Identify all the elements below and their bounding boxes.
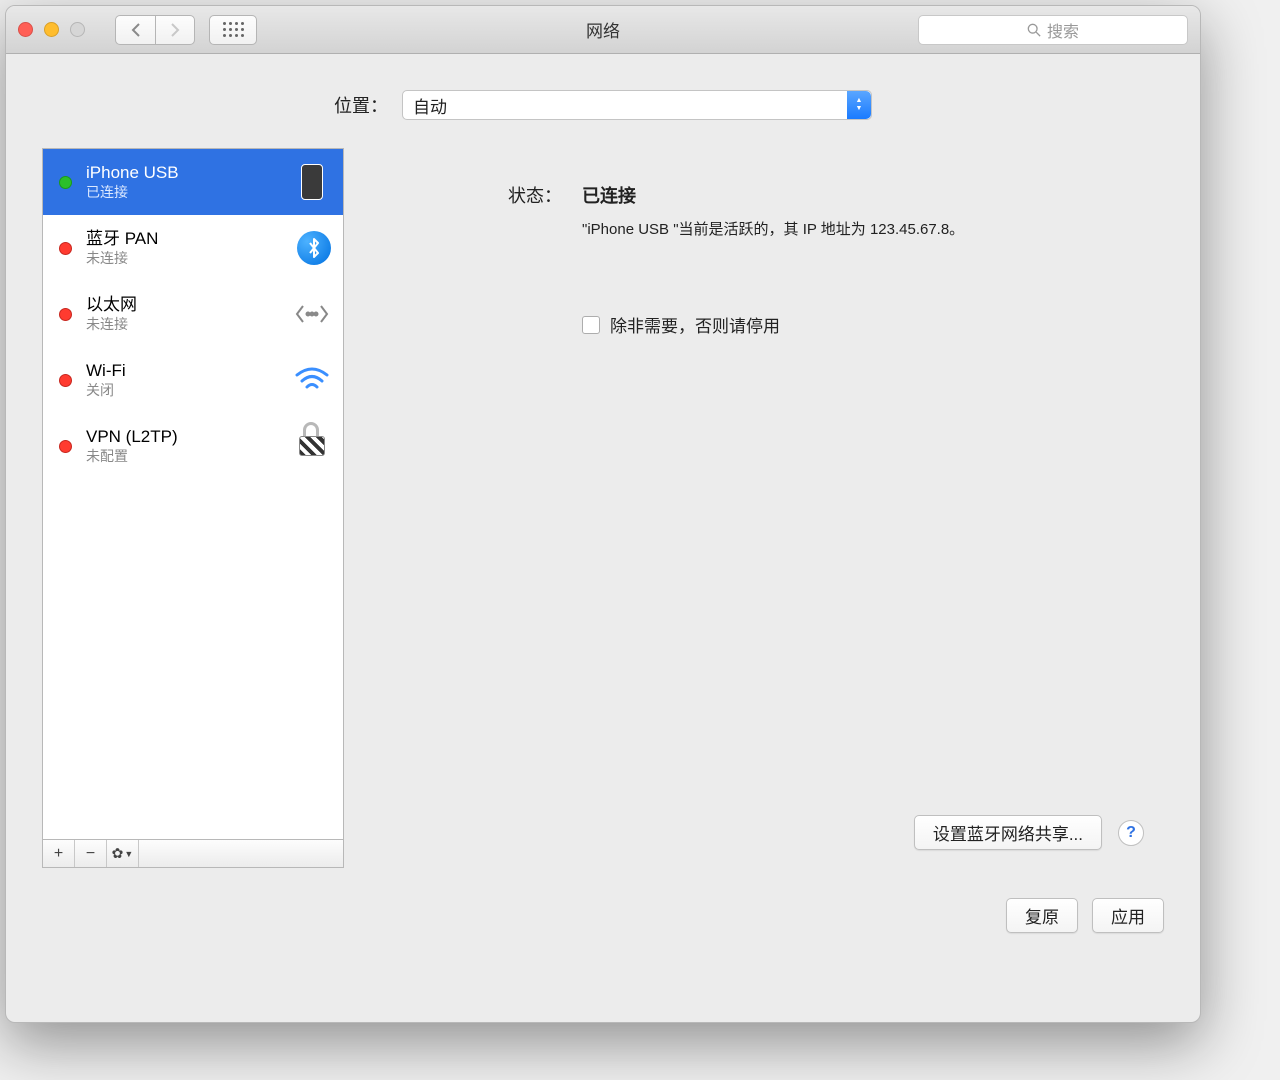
status-dot-disconnected-icon xyxy=(59,242,72,255)
sidebar-item-bluetooth-pan[interactable]: 蓝牙 PAN 未连接 xyxy=(43,215,343,281)
sidebar-item-label: 蓝牙 PAN xyxy=(86,229,297,249)
detail-pane: 状态： 已连接 "iPhone USB "当前是活跃的，其 IP 地址为 123… xyxy=(362,148,1164,868)
status-dot-connected-icon xyxy=(59,176,72,189)
sidebar-toolbar: + − ✿▼ xyxy=(42,840,344,868)
zoom-icon[interactable] xyxy=(70,22,85,37)
add-interface-button[interactable]: + xyxy=(43,840,75,867)
disable-unless-needed-checkbox[interactable] xyxy=(582,316,600,334)
lock-icon xyxy=(293,427,331,465)
sidebar-item-status: 已连接 xyxy=(86,184,293,201)
footer-buttons: 复原 应用 xyxy=(6,868,1200,933)
back-button[interactable] xyxy=(115,15,155,45)
remove-interface-button[interactable]: − xyxy=(75,840,107,867)
main-content: iPhone USB 已连接 蓝牙 PAN 未连接 xyxy=(6,148,1200,868)
forward-button[interactable] xyxy=(155,15,195,45)
sidebar-item-status: 未配置 xyxy=(86,448,293,465)
sidebar-item-label: VPN (L2TP) xyxy=(86,427,293,447)
wifi-icon xyxy=(293,361,331,399)
sidebar-item-label: Wi-Fi xyxy=(86,361,293,381)
sidebar-item-text: 以太网 未连接 xyxy=(86,295,293,332)
chevron-updown-icon xyxy=(847,91,871,119)
search-input[interactable]: 搜索 xyxy=(918,15,1188,45)
status-label: 状态： xyxy=(502,182,562,208)
status-value: 已连接 xyxy=(582,182,636,208)
nav-buttons xyxy=(115,15,195,45)
status-row: 状态： 已连接 xyxy=(382,182,1144,208)
status-dot-disconnected-icon xyxy=(59,440,72,453)
revert-button[interactable]: 复原 xyxy=(1006,898,1078,933)
iphone-icon xyxy=(293,163,331,201)
gear-icon: ✿ xyxy=(112,845,124,862)
action-menu-button[interactable]: ✿▼ xyxy=(107,840,139,867)
sidebar-item-text: Wi-Fi 关闭 xyxy=(86,361,293,398)
sidebar-item-text: 蓝牙 PAN 未连接 xyxy=(86,229,297,266)
bluetooth-icon xyxy=(297,231,331,265)
sidebar-item-vpn[interactable]: VPN (L2TP) 未配置 xyxy=(43,413,343,479)
chevron-down-icon: ▼ xyxy=(124,849,133,859)
disable-checkbox-row: 除非需要，否则请停用 xyxy=(382,312,1144,337)
status-description: "iPhone USB "当前是活跃的，其 IP 地址为 123.45.67.8… xyxy=(382,218,982,242)
status-dot-disconnected-icon xyxy=(59,308,72,321)
status-dot-disconnected-icon xyxy=(59,374,72,387)
location-value: 自动 xyxy=(413,93,447,118)
location-label: 位置： xyxy=(334,92,388,118)
sidebar-item-ethernet[interactable]: 以太网 未连接 xyxy=(43,281,343,347)
sidebar-item-text: VPN (L2TP) 未配置 xyxy=(86,427,293,464)
advanced-row: 设置蓝牙网络共享... ? xyxy=(914,815,1144,850)
location-select[interactable]: 自动 xyxy=(402,90,872,120)
apply-button[interactable]: 应用 xyxy=(1092,898,1164,933)
sidebar-item-wifi[interactable]: Wi-Fi 关闭 xyxy=(43,347,343,413)
sidebar-item-status: 未连接 xyxy=(86,250,297,267)
window-title: 网络 xyxy=(586,17,620,42)
traffic-lights xyxy=(18,22,85,37)
close-icon[interactable] xyxy=(18,22,33,37)
search-icon xyxy=(1027,23,1041,37)
sidebar-item-text: iPhone USB 已连接 xyxy=(86,163,293,200)
ethernet-icon xyxy=(293,295,331,333)
network-preferences-window: 网络 搜索 位置： 自动 iPhone USB 已连接 xyxy=(5,5,1201,1023)
show-all-button[interactable] xyxy=(209,15,257,45)
sidebar-wrap: iPhone USB 已连接 蓝牙 PAN 未连接 xyxy=(42,148,344,868)
disable-checkbox-label: 除非需要，否则请停用 xyxy=(610,312,780,337)
sidebar-item-status: 未连接 xyxy=(86,316,293,333)
search-placeholder: 搜索 xyxy=(1047,18,1079,42)
setup-bluetooth-sharing-button[interactable]: 设置蓝牙网络共享... xyxy=(914,815,1102,850)
location-row: 位置： 自动 xyxy=(6,54,1200,148)
interfaces-sidebar: iPhone USB 已连接 蓝牙 PAN 未连接 xyxy=(42,148,344,840)
sidebar-item-iphone-usb[interactable]: iPhone USB 已连接 xyxy=(43,149,343,215)
sidebar-item-label: iPhone USB xyxy=(86,163,293,183)
sidebar-item-status: 关闭 xyxy=(86,382,293,399)
titlebar: 网络 搜索 xyxy=(6,6,1200,54)
help-button[interactable]: ? xyxy=(1118,820,1144,846)
minimize-icon[interactable] xyxy=(44,22,59,37)
sidebar-item-label: 以太网 xyxy=(86,295,293,315)
